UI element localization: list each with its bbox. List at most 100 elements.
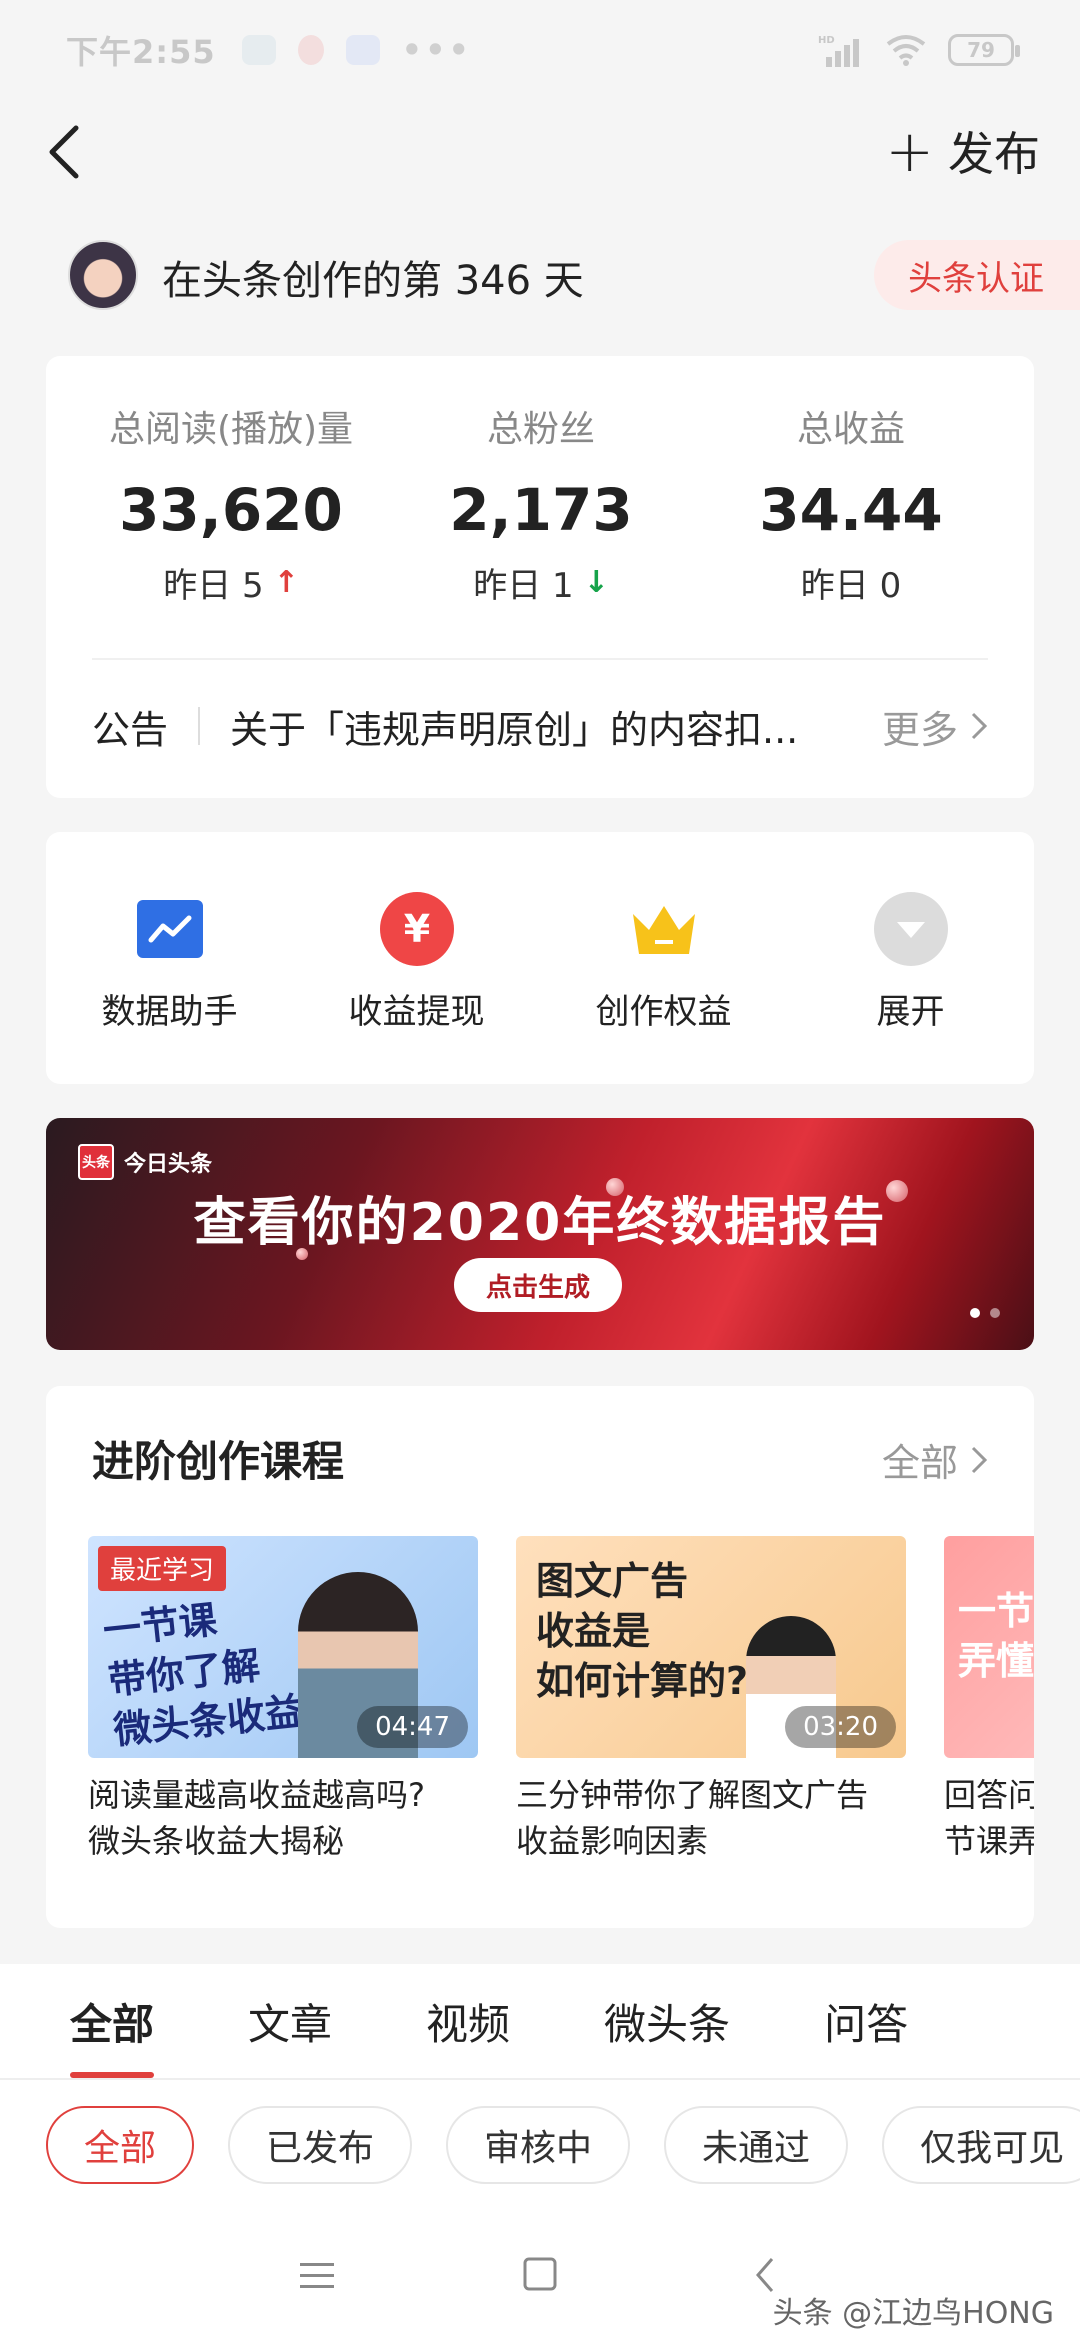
notice-text: 关于「违规声明原创」的内容扣...	[230, 707, 799, 752]
notice-more-label: 更多	[881, 707, 958, 752]
course-thumbnail: 图文广告 收益是 如何计算的? 03:20	[516, 1536, 906, 1758]
course-thumb-text: 一节课 带你了解 微头条收益	[100, 1597, 306, 1753]
carousel-dot	[970, 1308, 980, 1318]
chevron-right-icon	[971, 712, 988, 740]
stat-label: 总收益	[796, 409, 905, 450]
avatar[interactable]	[68, 240, 138, 310]
tools-card: 数据助手 ¥ 收益提现 创作权益 展开	[46, 832, 1034, 1084]
tab-videos[interactable]: 视频	[426, 1964, 510, 2078]
wifi-icon	[886, 35, 926, 66]
logo-box: 头条	[78, 1144, 114, 1180]
filter-all[interactable]: 全部	[46, 2106, 195, 2184]
carousel-dot	[990, 1308, 1000, 1318]
verify-button[interactable]: 头条认证	[874, 240, 1080, 310]
tool-income-withdraw[interactable]: ¥ 收益提现	[293, 832, 540, 1084]
course-caption: 三分钟带你了解图文广告	[516, 1776, 869, 1814]
more-notifications-icon: •••	[401, 31, 472, 69]
creation-days-text: 在头条创作的第 346 天	[162, 258, 584, 304]
stat-total-income[interactable]: 总收益 34.44 昨日 0	[686, 400, 1016, 607]
back-arrow-icon[interactable]	[40, 122, 90, 182]
course-caption: 收益影响因素	[516, 1822, 709, 1860]
notice-tag: 公告	[92, 707, 169, 752]
header: + 发布	[0, 100, 1080, 210]
status-time: 下午2:55	[66, 33, 216, 71]
tab-qa[interactable]: 问答	[824, 1964, 908, 2078]
courses-all-link[interactable]: 全部	[882, 1432, 988, 1487]
notice-bar[interactable]: 公告 关于「违规声明原创」的内容扣... 更多	[92, 686, 988, 766]
filter-published[interactable]: 已发布	[228, 2106, 413, 2184]
notice-more-link[interactable]: 更多	[882, 699, 988, 754]
app2-notification-icon	[345, 35, 380, 65]
course-caption: 微头条收益大揭秘	[88, 1822, 345, 1860]
tool-label: 收益提现	[348, 992, 485, 1032]
plus-icon: +	[885, 117, 934, 185]
battery-icon: 79	[948, 34, 1020, 66]
notice-separator	[198, 707, 201, 745]
content-tabs: 全部 文章 视频 微头条 问答	[0, 1964, 1080, 2078]
tool-expand[interactable]: 展开	[787, 832, 1034, 1084]
crown-icon	[627, 892, 701, 966]
tool-label: 数据助手	[101, 992, 238, 1032]
system-nav-bar: 头条 @江边鸟HONG	[0, 2210, 1080, 2340]
stat-sub: 昨日 0	[686, 558, 1016, 607]
carousel-indicator	[970, 1308, 1000, 1318]
course-duration: 04:47	[357, 1706, 468, 1748]
stat-sub: 昨日 5 ↑	[66, 558, 396, 607]
watermark: 头条 @江边鸟HONG	[772, 2296, 1054, 2331]
filter-reviewing[interactable]: 审核中	[446, 2106, 631, 2184]
publish-button[interactable]: + 发布	[885, 118, 1040, 184]
svg-text:¥: ¥	[403, 907, 429, 951]
cellular-signal-icon: HD	[818, 35, 859, 67]
filter-private[interactable]: 仅我可见	[882, 2106, 1080, 2184]
stat-yesterday: 昨日 5	[163, 566, 264, 606]
stat-sub: 昨日 1 ↓	[376, 558, 706, 607]
status-bar: 下午2:55 ••• HD 79	[0, 0, 1080, 100]
logo-text: 今日头条	[124, 1152, 213, 1177]
course-thumb-text: 一节 弄懂	[958, 1589, 1034, 1683]
course-thumbnail: 一节 弄懂	[944, 1536, 1034, 1758]
app-notification-icon	[241, 35, 276, 65]
course-caption: 回答问	[944, 1776, 1034, 1814]
course-item[interactable]: 图文广告 收益是 如何计算的? 03:20 三分钟带你了解图文广告 收益影响因素	[516, 1536, 906, 1864]
stat-value: 33,620	[119, 476, 343, 544]
stat-total-fans[interactable]: 总粉丝 2,173 昨日 1 ↓	[376, 400, 706, 607]
stat-yesterday: 昨日 1	[473, 566, 574, 606]
courses-title: 进阶创作课程	[92, 1437, 345, 1486]
tab-weitoutiao[interactable]: 微头条	[604, 1964, 730, 2078]
generate-report-button[interactable]: 点击生成	[454, 1258, 622, 1312]
course-item[interactable]: 一节课 带你了解 微头条收益 最近学习 04:47 阅读量越高收益越高吗? 微头…	[88, 1536, 478, 1864]
course-thumbnail: 一节课 带你了解 微头条收益 最近学习 04:47	[88, 1536, 478, 1758]
course-thumb-text: 图文广告 收益是 如何计算的?	[536, 1559, 749, 1703]
expand-icon	[873, 892, 948, 966]
chevron-right-icon	[971, 1446, 988, 1473]
recent-study-badge: 最近学习	[98, 1546, 227, 1591]
yuan-icon: ¥	[379, 892, 454, 966]
divider	[92, 658, 988, 660]
arrow-down-icon: ↓	[583, 565, 609, 600]
stat-label: 总阅读(播放)量	[108, 409, 354, 450]
battery-level: 79	[967, 38, 995, 62]
course-item[interactable]: 一节 弄懂 回答问 节课弄	[944, 1536, 1034, 1864]
course-duration: 03:20	[785, 1706, 896, 1748]
status-filters: 全部 已发布 审核中 未通过 仅我可见	[0, 2080, 1080, 2210]
tab-all[interactable]: 全部	[70, 1964, 155, 2078]
tab-articles[interactable]: 文章	[248, 1964, 332, 2078]
menu-icon[interactable]	[292, 2255, 342, 2295]
year-report-banner[interactable]: 头条 今日头条 查看你的2020年终数据报告 点击生成	[46, 1118, 1034, 1350]
chart-icon	[133, 892, 207, 966]
courses-all-label: 全部	[881, 1441, 958, 1485]
home-icon[interactable]	[515, 2255, 565, 2295]
notification-icons: •••	[241, 31, 472, 69]
tool-data-assistant[interactable]: 数据助手	[46, 832, 293, 1084]
stat-value: 34.44	[759, 476, 943, 544]
profile-row: 在头条创作的第 346 天 头条认证	[0, 230, 1080, 320]
stat-yesterday: 昨日 0	[800, 566, 902, 606]
tool-label: 展开	[876, 992, 945, 1032]
courses-card: 进阶创作课程 全部 一节课 带你了解 微头条收益 最近学习 04:47 阅读量越…	[46, 1386, 1034, 1928]
filter-rejected[interactable]: 未通过	[664, 2106, 849, 2184]
stat-total-reads[interactable]: 总阅读(播放)量 33,620 昨日 5 ↑	[66, 400, 396, 607]
tool-creator-rights[interactable]: 创作权益	[540, 832, 787, 1084]
tool-label: 创作权益	[595, 992, 732, 1032]
course-caption: 节课弄	[944, 1822, 1034, 1860]
stat-value: 2,173	[449, 476, 633, 544]
